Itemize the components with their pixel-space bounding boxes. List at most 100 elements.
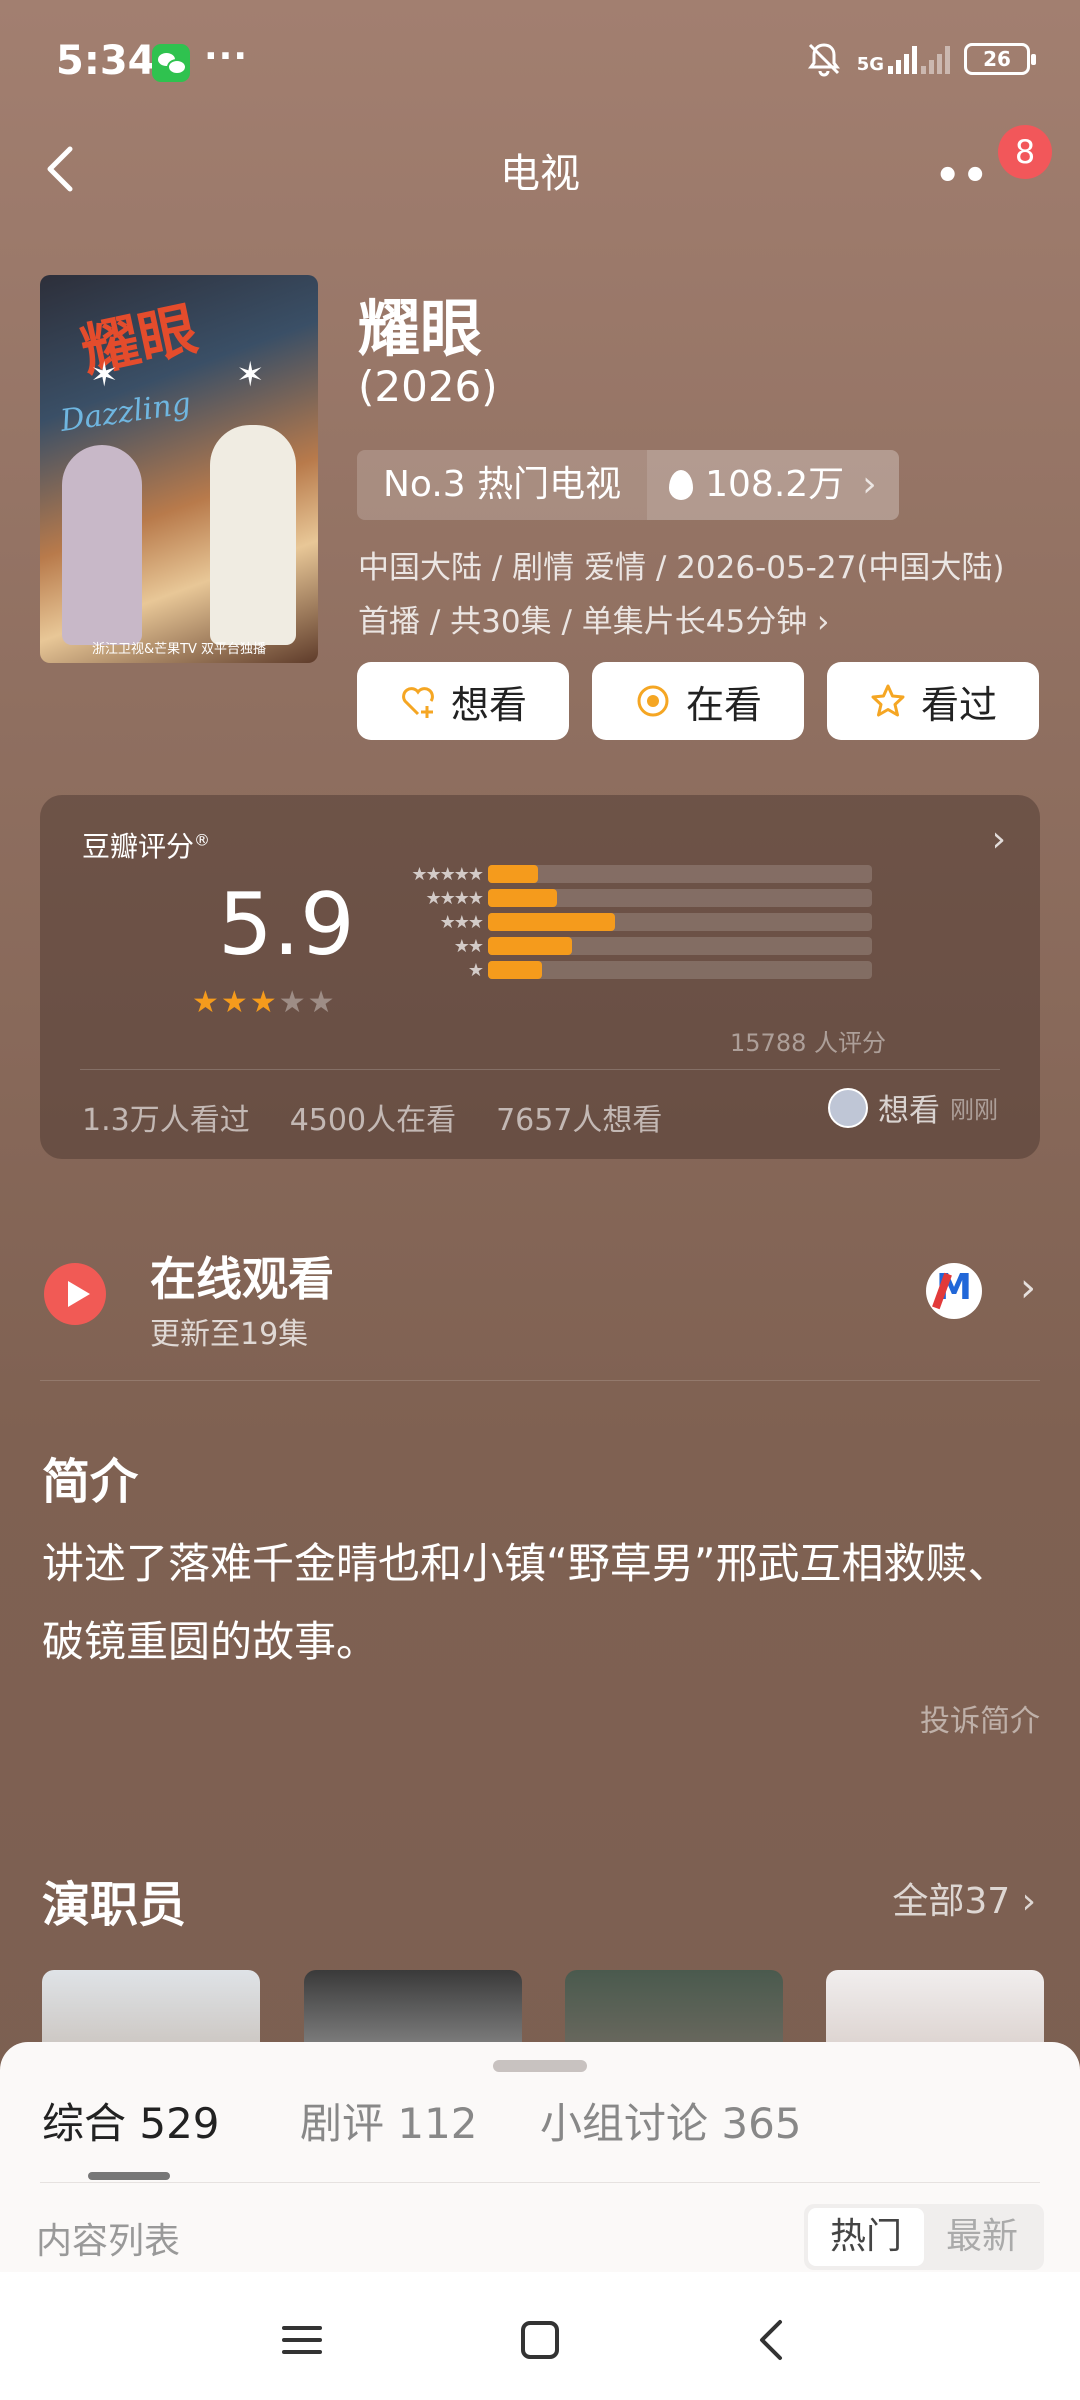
rating-bar-stars-icon: ★★: [453, 935, 484, 957]
tab-reviews[interactable]: 剧评 112: [300, 2090, 478, 2151]
chevron-right-icon: ›: [1020, 1265, 1036, 1311]
page-title: 电视: [500, 151, 580, 197]
content-list-label: 内容列表: [36, 2221, 181, 2262]
tab-comprehensive[interactable]: 综合 529: [42, 2090, 220, 2151]
rank-label[interactable]: No.3 热门电视: [357, 450, 648, 520]
sort-new-button[interactable]: 最新: [924, 2208, 1040, 2266]
status-indicators: 5G 26: [805, 40, 1036, 78]
watching-label: 在看: [685, 682, 762, 727]
status-bar: 5:34 ··· 5G 26: [0, 0, 1080, 125]
rating-bar-fill: [488, 961, 542, 979]
sort-hot-button[interactable]: 热门: [807, 2208, 924, 2266]
want-stat[interactable]: 7657人想看: [496, 1095, 662, 1139]
mute-bell-icon: [807, 43, 840, 77]
watched-button[interactable]: 看过: [827, 662, 1039, 740]
recent-time: 刚刚: [950, 1096, 998, 1124]
flame-icon: [669, 470, 694, 500]
rating-stats: 1.3万人看过 4500人在看 7657人想看: [82, 1095, 662, 1139]
poster-image[interactable]: 耀眼 ✶ ✶ Dazzling 浙江卫视&芒果TV 双平台独播: [40, 275, 318, 663]
report-synopsis-link[interactable]: 投诉简介: [920, 1696, 1040, 1740]
top-header: 电视 •• 8: [0, 125, 1080, 215]
rating-bar-track: [488, 937, 872, 955]
menu-icon[interactable]: [272, 2310, 332, 2370]
recent-action: 想看: [878, 1093, 940, 1129]
signal-bars-2: [921, 44, 950, 74]
signal-icon: 5G: [857, 44, 950, 74]
sheet-drag-handle[interactable]: [493, 2060, 587, 2072]
target-icon: [637, 685, 669, 717]
mango-tv-logo-icon: [926, 1263, 982, 1319]
notification-badge[interactable]: 8: [998, 125, 1052, 179]
divider: [80, 1069, 1000, 1070]
rating-bar-track: [488, 865, 872, 883]
synopsis-text[interactable]: 讲述了落难千金晴也和小镇“野草男”邢武互相救赎、破镜重圆的故事。: [42, 1525, 1042, 1681]
battery-icon: 26: [964, 43, 1036, 75]
rating-stars: ★ ★ ★ ★ ★: [192, 985, 335, 1020]
watched-stat[interactable]: 1.3万人看过: [82, 1095, 250, 1139]
movie-year: (2026): [358, 362, 498, 411]
rating-bar-row: ★: [388, 959, 872, 981]
poster-footer: 浙江卫视&芒果TV 双平台独播: [91, 642, 267, 657]
rating-bar-stars-icon: ★: [467, 959, 484, 981]
heat-button[interactable]: 108.2万 ›: [647, 450, 899, 520]
rating-bar-fill: [488, 865, 538, 883]
want-to-watch-button[interactable]: 想看: [357, 662, 569, 740]
wechat-icon: [152, 44, 190, 82]
poster-star-icon: ✶: [236, 355, 265, 395]
discussion-sheet: 综合 529 剧评 112 小组讨论 365 内容列表 热门 最新: [0, 2042, 1080, 2272]
rank-pill[interactable]: No.3 热门电视 108.2万 ›: [357, 450, 899, 520]
cast-title: 演职员: [42, 1877, 187, 1933]
want-to-watch-label: 想看: [450, 682, 527, 727]
back-icon[interactable]: [742, 2310, 802, 2370]
status-time: 5:34: [56, 38, 156, 84]
chevron-right-icon: ›: [862, 464, 877, 505]
more-menu-icon[interactable]: ••: [935, 153, 990, 199]
heart-plus-icon: [402, 687, 434, 718]
divider: [40, 1380, 1040, 1381]
more-notifications-icon: ···: [204, 36, 249, 77]
rating-bar-track: [488, 961, 872, 979]
online-watch-title: 在线观看: [150, 1252, 334, 1306]
rating-bar-row: ★★: [388, 935, 872, 957]
synopsis-title: 简介: [42, 1454, 139, 1510]
watching-stat[interactable]: 4500人在看: [290, 1095, 456, 1139]
home-icon[interactable]: [510, 2310, 570, 2370]
rating-bar-row: ★★★★★: [388, 863, 872, 885]
cast-all-link[interactable]: 全部37 ›: [892, 1872, 1036, 1924]
star-filled-icon: ★: [249, 985, 277, 1020]
chevron-right-icon[interactable]: ›: [992, 819, 1006, 860]
avatar: [828, 1087, 868, 1128]
rating-bar-row: ★★★★: [388, 888, 872, 909]
system-nav-bar: [0, 2272, 1080, 2400]
rating-count: 15788 人评分: [730, 1029, 886, 1057]
play-icon: [44, 1263, 106, 1325]
network-type: 5G: [856, 54, 884, 75]
rating-card[interactable]: 豆瓣评分® › 5.9 ★ ★ ★ ★ ★ ★★★★★ ★★★★ ★★★ ★★ ★ 15788 …: [40, 795, 1040, 1159]
star-empty-icon: ★: [307, 985, 335, 1020]
star-filled-icon: ★: [220, 985, 248, 1020]
online-watch-subtitle: 更新至19集: [150, 1317, 309, 1352]
movie-meta-line2[interactable]: 首播 / 共30集 / 单集片长45分钟 ›: [358, 596, 829, 641]
poster-figure-left: [62, 445, 142, 645]
rating-bar-fill: [488, 937, 573, 955]
divider: [40, 2182, 1040, 2183]
online-watch-row[interactable]: 在线观看 更新至19集 ›: [0, 1225, 1080, 1380]
movie-title: 耀眼: [358, 292, 483, 365]
rating-bar-fill: [488, 889, 558, 907]
poster-subtitle: Dazzling: [58, 386, 194, 439]
movie-meta-line1: 中国大陆 / 剧情 爱情 / 2026-05-27(中国大陆): [358, 550, 1005, 586]
poster-star-icon: ✶: [90, 355, 119, 395]
rating-bar-stars-icon: ★★★★★: [411, 863, 484, 885]
star-empty-icon: ★: [278, 985, 306, 1020]
rating-bar-stars-icon: ★★★: [439, 911, 484, 933]
rating-label: 豆瓣评分®: [82, 830, 211, 863]
rating-bar-track: [488, 913, 872, 931]
signal-bars-1: [888, 44, 917, 74]
star-filled-icon: ★: [192, 985, 219, 1020]
heat-value: 108.2万: [705, 464, 845, 505]
watching-button[interactable]: 在看: [592, 662, 804, 740]
tab-group-discussion[interactable]: 小组讨论 365: [540, 2090, 802, 2151]
rating-bar-fill: [488, 913, 615, 931]
poster-figure-right: [210, 425, 296, 645]
recent-activity[interactable]: 想看 刚刚: [828, 1085, 998, 1130]
